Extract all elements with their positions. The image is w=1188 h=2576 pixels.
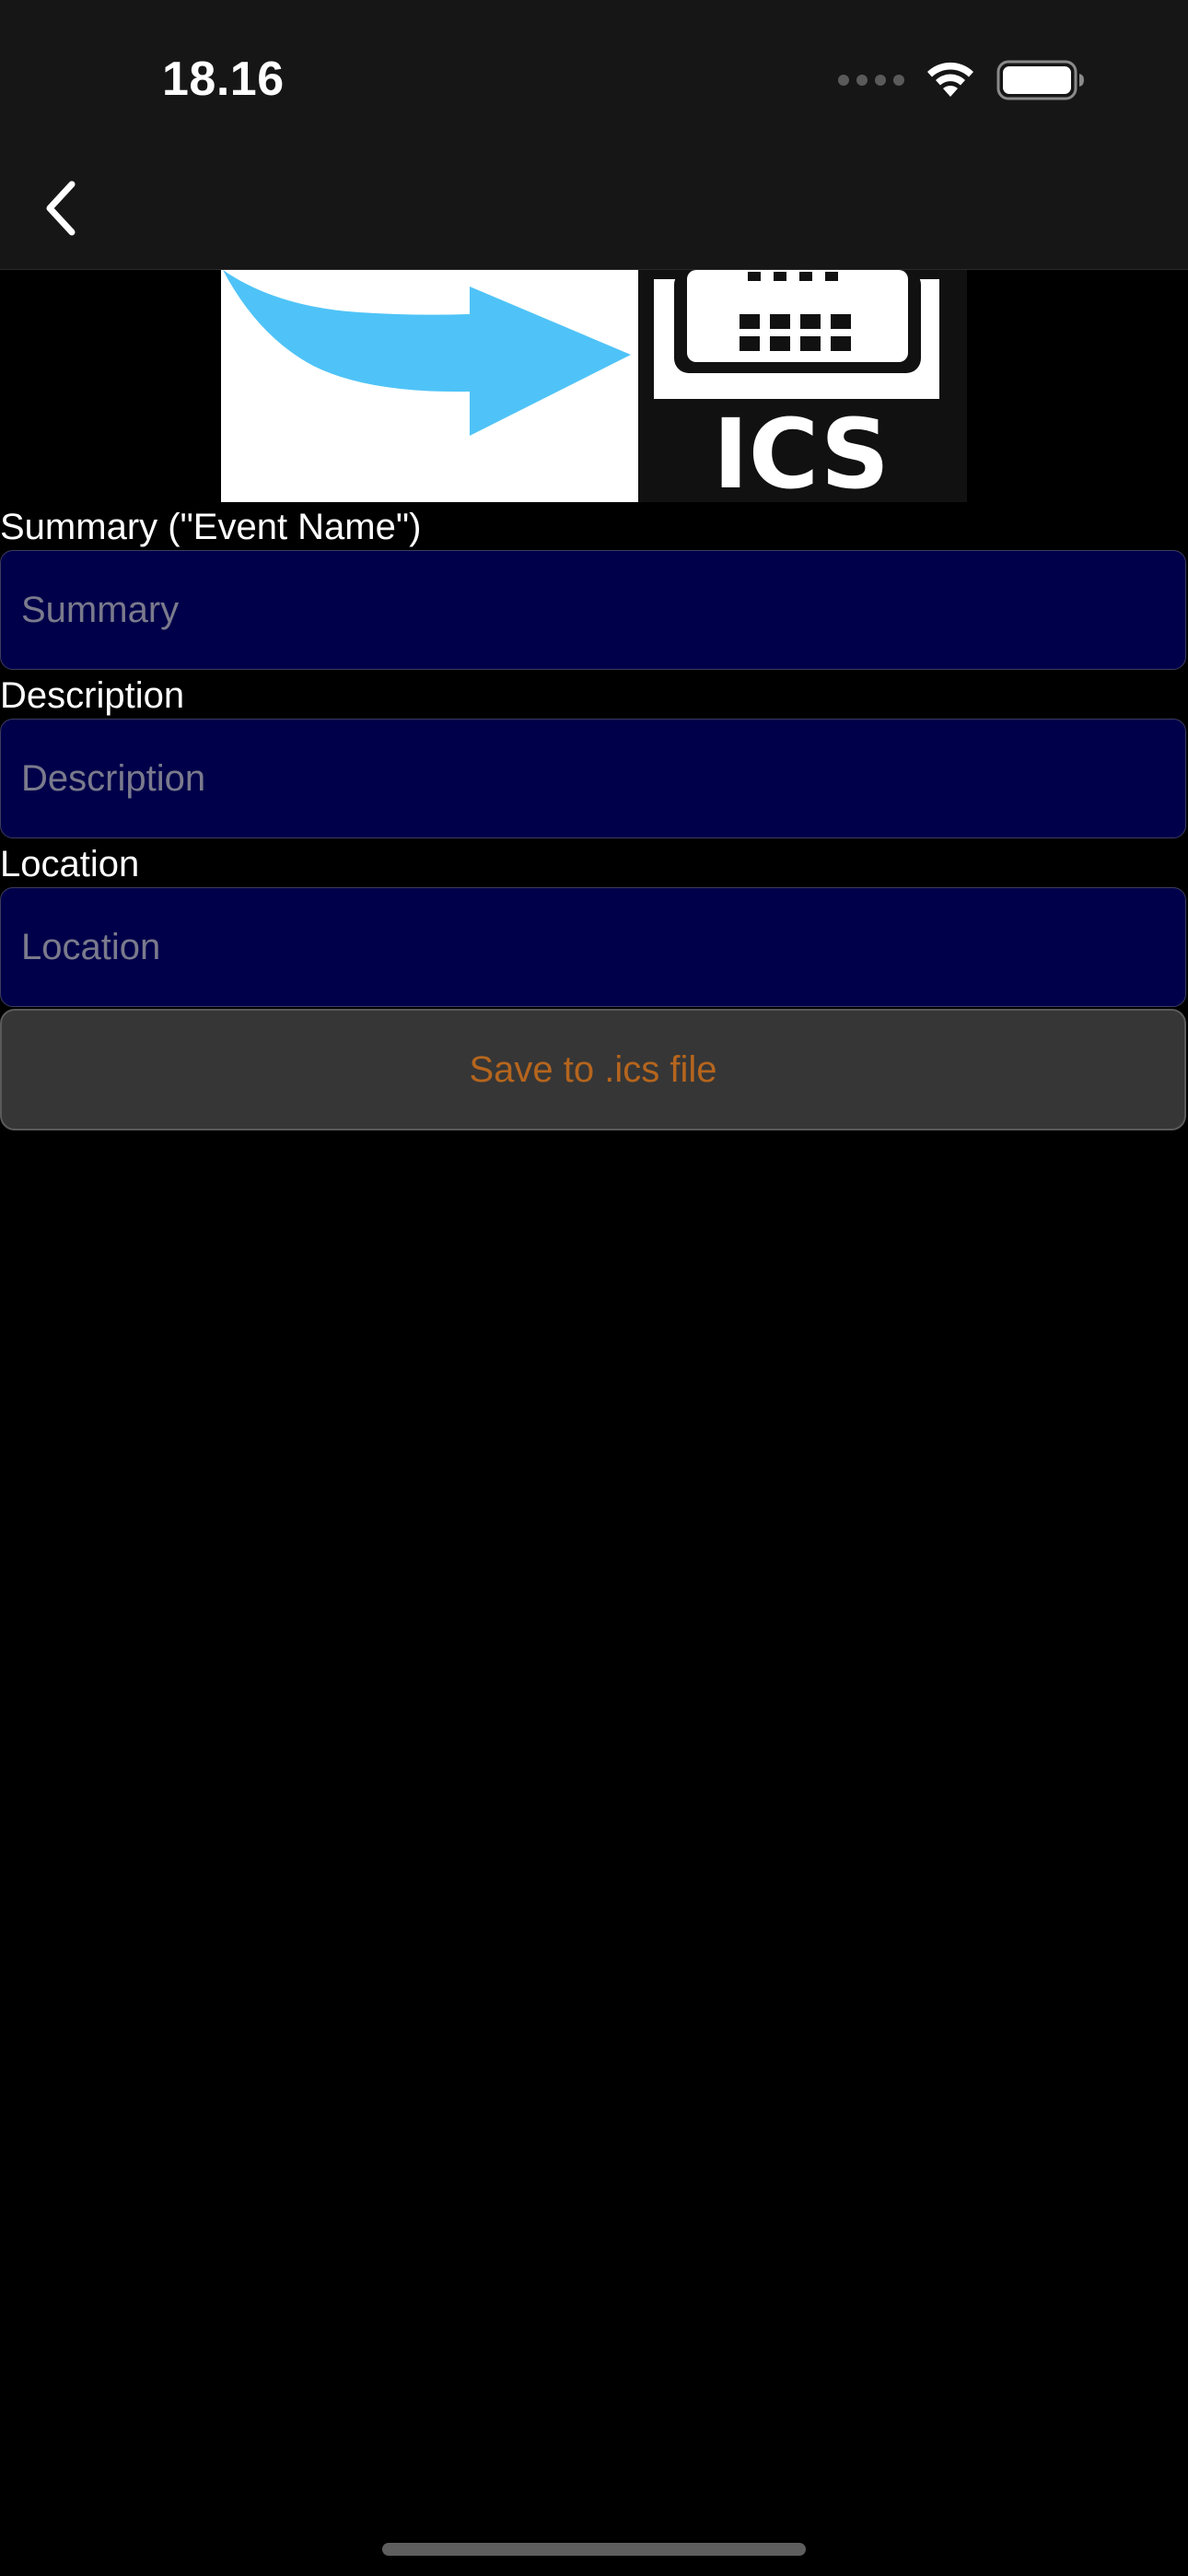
cellular-signal-icon: [838, 75, 904, 86]
location-label: Location: [0, 844, 140, 884]
ics-banner-image: ICS: [221, 270, 967, 502]
status-icons: [838, 57, 1087, 103]
navigation-bar: [0, 147, 1188, 270]
save-ics-button[interactable]: Save to .ics file: [0, 1009, 1186, 1130]
summary-label: Summary ("Event Name"): [0, 507, 422, 547]
arrow-to-calendar-icon: ICS: [221, 270, 967, 502]
summary-input[interactable]: [0, 550, 1186, 670]
battery-icon: [996, 60, 1084, 100]
wifi-icon: [927, 62, 973, 97]
description-label: Description: [0, 675, 185, 716]
back-button[interactable]: [22, 170, 99, 247]
location-input[interactable]: [0, 887, 1186, 1007]
description-input[interactable]: [0, 719, 1186, 838]
ics-banner-text: ICS: [713, 398, 890, 502]
status-bar: 18.16: [0, 0, 1188, 147]
chevron-left-icon: [46, 181, 76, 236]
home-indicator[interactable]: [382, 2543, 806, 2556]
status-time: 18.16: [162, 53, 285, 106]
